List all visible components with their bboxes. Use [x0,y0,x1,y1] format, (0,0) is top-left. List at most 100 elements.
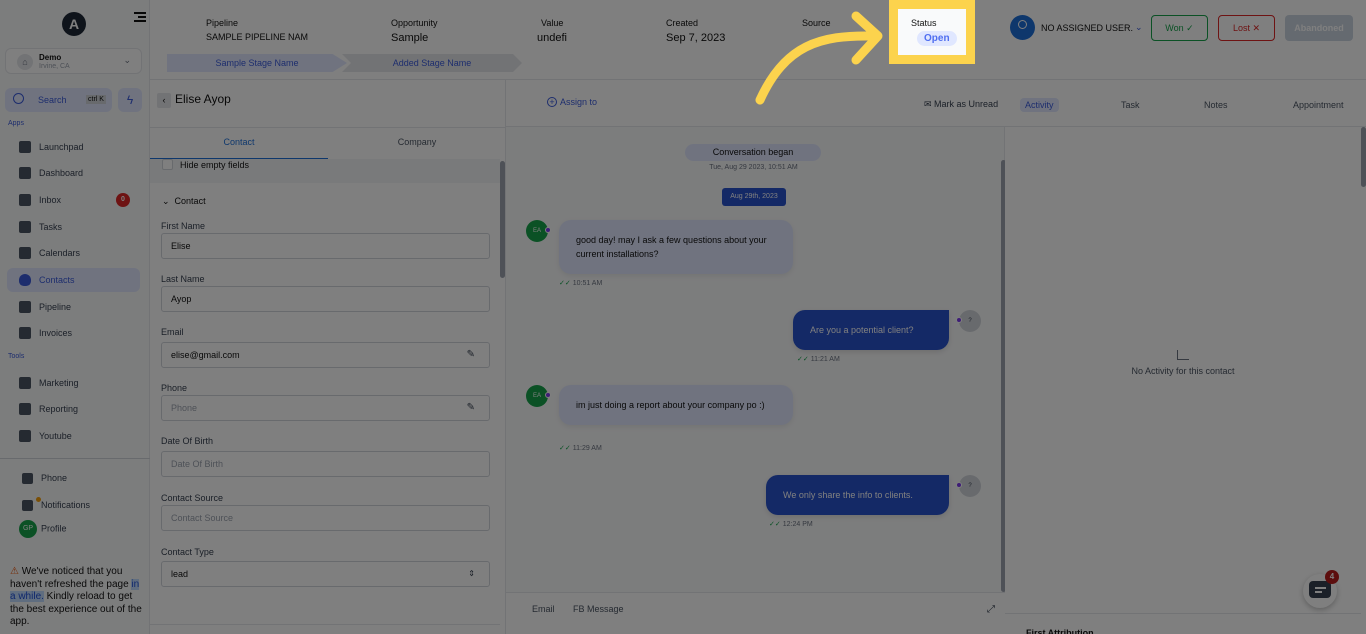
contact-name: Elise Ayop [175,92,231,106]
pencil-icon[interactable]: ✎ [467,396,475,420]
channel-dot [956,482,962,488]
value-value: undefi [537,32,567,44]
search-button[interactable]: Search ctrl K [5,88,112,112]
hide-empty-fields-checkbox[interactable] [162,159,173,170]
app: A ⌂ Demo Irvine, CA ⌄ Search ctrl K ϟ Ap… [0,0,1366,634]
first-name-label: First Name [161,221,206,231]
notifications-button[interactable]: Notifications [22,497,90,512]
quick-actions-bolt-icon[interactable]: ϟ [118,88,142,112]
avatar-initials: ? [968,483,972,489]
message-bubble-incoming: good day! may I ask a few questions abou… [559,220,793,274]
phone-icon [22,473,33,485]
activity-scrollbar[interactable] [1361,127,1366,187]
tab-task[interactable]: Task [1116,98,1145,112]
clipboard-icon [19,221,31,233]
hide-empty-fields-row: Hide empty fields [150,159,500,183]
email-field[interactable]: elise@gmail.com ✎ [161,342,490,368]
collapse-sidebar-icon[interactable] [134,12,146,24]
sidebar-item-label: Reporting [39,404,79,414]
message-time: ✓✓ 12:24 PM [769,520,813,528]
sidebar-item-label: Dashboard [39,168,84,178]
expand-icon[interactable]: ⤢ [987,604,995,615]
stage-sample-stage-name[interactable]: Sample Stage Name [167,54,347,72]
created-field: Created Sep 7, 2023 [666,18,725,44]
channel-dot [956,317,962,323]
first-name-field[interactable]: Elise [161,233,490,259]
sidebar-item-reporting[interactable]: Reporting [7,397,140,421]
sidebar-item-tasks[interactable]: Tasks [7,215,140,239]
user-icon [19,274,31,286]
sidebar-item-youtube[interactable]: Youtube [7,424,140,448]
profile-label: Profile [41,523,67,534]
pencil-icon[interactable]: ✎ [467,343,475,367]
sidebar-item-marketing[interactable]: Marketing [7,371,140,395]
phone-field[interactable]: Phone ✎ [161,395,490,421]
sidebar-item-label: Invoices [39,328,73,338]
contact-source-field[interactable]: Contact Source [161,505,490,531]
back-button[interactable]: ‹ [157,93,171,108]
sidebar-item-invoices[interactable]: Invoices [7,321,140,345]
chart-icon [1177,350,1189,360]
message-bubble-outgoing: Are you a potential client? [793,310,949,350]
tab-notes[interactable]: Notes [1199,98,1233,112]
tab-email[interactable]: Email [532,604,555,614]
apps-section-label: Apps [8,120,24,127]
opportunity-header: Pipeline SAMPLE PIPELINE NAM Opportunity S… [150,0,1366,80]
empty-activity-state: No Activity for this contact [1005,350,1361,376]
invoice-icon [19,327,31,339]
assign-to-button[interactable]: + Assign to [547,97,597,107]
status-field-highlight[interactable]: Status Open [889,0,975,64]
opportunity-label: Opportunity [391,18,438,28]
contact-section-toggle[interactable]: ⌄ Contact [162,196,206,207]
lost-button[interactable]: Lost ✕ [1218,15,1275,41]
sidebar-item-label: Calendars [39,248,81,258]
avatar-initials: EA [532,228,541,234]
chat-widget-button[interactable]: 4 [1303,570,1339,608]
created-label: Created [666,18,699,28]
sidebar-item-contacts[interactable]: Contacts [7,268,140,292]
sidebar-item-launchpad[interactable]: Launchpad [7,135,140,159]
stage-added-stage-name[interactable]: Added Stage Name [342,54,522,72]
contact-scrollbar[interactable] [500,161,505,278]
tab-contact[interactable]: Contact [150,128,328,160]
tab-fb-message[interactable]: FB Message [573,604,624,614]
location-switcher[interactable]: ⌂ Demo Irvine, CA ⌄ [5,48,142,74]
date-of-birth-label: Date Of Birth [161,436,214,446]
plus-circle-icon: + [547,97,557,107]
mark-as-unread-button[interactable]: ✉ Mark as Unread [924,99,998,110]
abandoned-button[interactable]: Abandoned [1285,15,1353,41]
hide-empty-fields-label: Hide empty fields [180,160,250,170]
search-shortcut: ctrl K [86,95,106,104]
refresh-notice: ⚠ We've noticed that you haven't refresh… [10,566,146,629]
sidebar-item-calendars[interactable]: Calendars [7,241,140,265]
inbox-icon [19,194,31,206]
general-info-divider [150,624,500,625]
contact-type-select[interactable]: lead ⇕ [161,561,490,587]
sidebar-item-dashboard[interactable]: Dashboard [7,161,140,185]
won-button[interactable]: Won ✓ [1151,15,1208,41]
avatar-initials: EA [532,393,541,399]
message-time-text: 11:29 AM [572,445,602,452]
contact-section-label: Contact [174,196,206,206]
message-time: ✓✓ 11:29 AM [559,444,602,452]
calendar-icon [19,247,31,259]
sidebar-item-label: Tasks [39,222,63,232]
tab-activity[interactable]: Activity [1020,98,1059,112]
date-of-birth-field[interactable]: Date Of Birth [161,451,490,477]
contact-panel: ‹ Elise Ayop Contact Company Hide empty … [150,80,506,634]
conversation-began-time: Tue, Aug 29 2023, 10:51 AM [709,164,798,171]
pipeline-label: Pipeline [206,18,239,28]
avatar: EA [526,385,551,407]
avatar: ? [956,475,981,497]
profile-button[interactable]: GP Profile [19,520,67,538]
last-name-field[interactable]: Ayop [161,286,490,312]
location-avatar-icon: ⌂ [17,54,33,70]
phone-button[interactable]: Phone [22,473,67,485]
dashboard-icon [19,167,31,179]
sidebar-item-pipeline[interactable]: Pipeline [7,295,140,319]
tab-company[interactable]: Company [328,128,506,160]
tab-appointment[interactable]: Appointment [1288,98,1349,112]
sidebar-item-inbox[interactable]: Inbox 0 [7,188,140,212]
app-logo[interactable]: A [62,12,86,36]
message-bubble-incoming: im just doing a report about your compan… [559,385,793,425]
